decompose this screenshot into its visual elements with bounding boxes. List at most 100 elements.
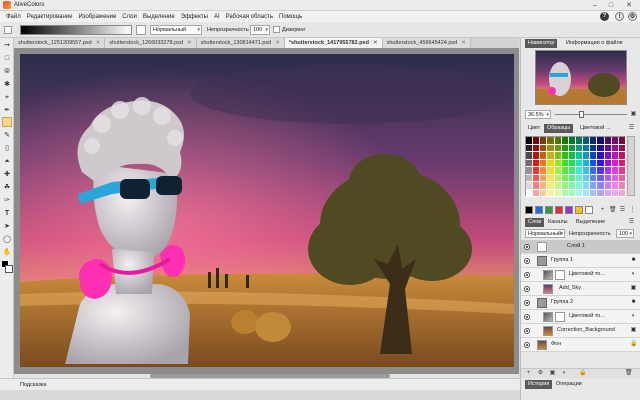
swatch-cell[interactable] [533, 159, 541, 167]
swatch-cell[interactable] [526, 189, 534, 197]
swatch-cell[interactable] [540, 137, 548, 145]
layer-row[interactable]: Add_Sky ▣ [521, 282, 640, 296]
swatch-add-icon[interactable]: + [599, 207, 606, 214]
swatch-cell[interactable] [547, 137, 555, 145]
smudge-tool-icon[interactable]: ☘ [2, 183, 12, 193]
tab-doc-1[interactable]: shutterstock_1251209557.psd ✕ [14, 38, 106, 48]
swatch-cell[interactable] [590, 174, 598, 182]
swatch-cell[interactable] [604, 174, 612, 182]
swatch-cell[interactable] [597, 174, 605, 182]
swatch-cell[interactable] [561, 144, 569, 152]
swatch-cell[interactable] [568, 167, 576, 175]
close-tab-icon[interactable]: ✕ [461, 40, 466, 46]
layer-lock-icon[interactable]: ▣ [630, 327, 637, 334]
swatch-cell[interactable] [618, 152, 626, 160]
swatch-cell[interactable] [568, 152, 576, 160]
swatch-cell[interactable] [547, 182, 555, 190]
tab-navigator[interactable]: Навигатор [525, 39, 558, 48]
crop-tool-icon[interactable]: ⌖ [2, 93, 12, 103]
swatch-cell[interactable] [561, 159, 569, 167]
magic-wand-tool-icon[interactable]: ✱ [2, 80, 12, 90]
document-canvas[interactable] [20, 54, 514, 367]
swatch-cell[interactable] [597, 182, 605, 190]
swatch-cell[interactable] [547, 189, 555, 197]
layer-lock-icon[interactable]: ▣ [630, 285, 637, 292]
swatch-cell[interactable] [547, 167, 555, 175]
tab-doc-active[interactable]: *shutterstock_1417955782.psd ✕ [284, 38, 383, 48]
hand-tool-icon[interactable]: ✋ [2, 248, 12, 258]
layer-lock-icon[interactable]: 🔒 [630, 341, 637, 348]
tab-layers[interactable]: Слои [525, 218, 545, 227]
swatch-cell[interactable] [540, 159, 548, 167]
swatch-cell[interactable] [604, 159, 612, 167]
swatch-cell[interactable] [604, 189, 612, 197]
swatch-cell[interactable] [540, 167, 548, 175]
layer-group-row[interactable]: Группа 1 ■ [521, 254, 640, 268]
tab-file-info[interactable]: Информация о файле [563, 39, 626, 48]
layer-options-icon[interactable]: ■ [630, 257, 637, 264]
delete-layer-icon[interactable]: 🗑 [625, 370, 633, 377]
layer-options-icon[interactable]: ■ [630, 299, 637, 306]
tab-actions[interactable]: Операции [553, 380, 585, 389]
swatch-cell[interactable] [533, 144, 541, 152]
eraser-tool-icon[interactable]: ▯ [2, 144, 12, 154]
swatch-cell[interactable] [583, 174, 591, 182]
layer-row[interactable]: Цветовой то... ◐ [521, 268, 640, 282]
zoom-select[interactable]: 36.5% [525, 110, 551, 119]
swatch-cell[interactable] [590, 182, 598, 190]
tab-selection[interactable]: Выделение [573, 218, 608, 227]
swatch-cell[interactable] [618, 137, 626, 145]
swatch-cell[interactable] [590, 152, 598, 160]
layers-menu-icon[interactable]: ☰ [628, 219, 635, 226]
swatch-cell[interactable] [568, 159, 576, 167]
add-layer-icon[interactable]: + [525, 370, 532, 377]
tool-preset-icon[interactable] [4, 26, 12, 34]
clone-stamp-tool-icon[interactable]: ⏶ [2, 157, 12, 167]
swatch-cell[interactable] [561, 167, 569, 175]
shape-tool-icon[interactable]: ◯ [2, 235, 12, 245]
tab-color[interactable]: Цвет [525, 124, 543, 133]
swatch-cell[interactable] [597, 189, 605, 197]
layer-row[interactable]: Цветовой то... ◐ [521, 310, 640, 324]
swatch-cell[interactable] [568, 182, 576, 190]
recent-swatch[interactable] [565, 206, 573, 214]
gradient-preview[interactable] [20, 25, 132, 35]
recent-swatches[interactable] [525, 206, 595, 214]
tab-channels[interactable]: Каналы [545, 218, 571, 227]
swatch-cell[interactable] [576, 174, 584, 182]
swatch-cell[interactable] [554, 189, 562, 197]
menu-workspace[interactable]: Рабочая область [226, 14, 273, 20]
swatch-scrollbar[interactable] [627, 136, 635, 196]
visibility-eye-icon[interactable] [524, 342, 530, 348]
swatch-cell[interactable] [540, 144, 548, 152]
swatch-cell[interactable] [604, 144, 612, 152]
swatch-cell[interactable] [604, 137, 612, 145]
swatch-cell[interactable] [597, 152, 605, 160]
swatch-cell[interactable] [533, 137, 541, 145]
mask-icon[interactable]: ◐ [561, 370, 568, 377]
swatch-folder-icon[interactable]: ☰ [619, 207, 626, 214]
swatch-cell[interactable] [533, 167, 541, 175]
swatch-cell[interactable] [540, 174, 548, 182]
recent-swatch[interactable] [585, 206, 593, 214]
recent-swatch[interactable] [555, 206, 563, 214]
swatch-cell[interactable] [526, 137, 534, 145]
swatch-cell[interactable] [554, 137, 562, 145]
visibility-eye-icon[interactable] [524, 314, 530, 320]
layer-row[interactable]: Слой 1 [521, 240, 640, 254]
layer-style-icon[interactable]: ⚙ [537, 370, 544, 377]
swatch-cell[interactable] [533, 189, 541, 197]
visibility-eye-icon[interactable] [524, 286, 530, 292]
swatch-cell[interactable] [590, 159, 598, 167]
eyedropper-tool-icon[interactable]: ✒ [2, 106, 12, 116]
healing-tool-icon[interactable]: ✚ [2, 170, 12, 180]
swatch-cell[interactable] [547, 159, 555, 167]
close-tab-icon[interactable]: ✕ [187, 40, 192, 46]
swatch-cell[interactable] [611, 152, 619, 160]
swatch-cell[interactable] [611, 182, 619, 190]
gradient-type-button[interactable] [136, 25, 146, 35]
swatch-cell[interactable] [568, 137, 576, 145]
lasso-tool-icon[interactable]: ⦾ [2, 67, 12, 77]
swatch-cell[interactable] [554, 144, 562, 152]
swatch-cell[interactable] [583, 182, 591, 190]
